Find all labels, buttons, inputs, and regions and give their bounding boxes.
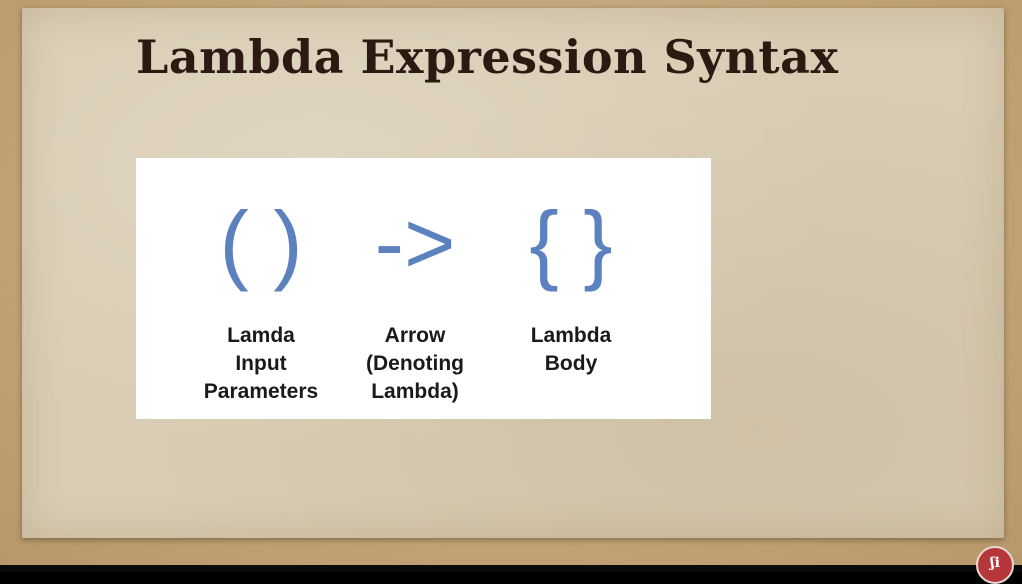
caption-line: Lamda — [227, 324, 295, 347]
parameters-column: ( ) Lamda Input Parameters — [186, 158, 336, 419]
caption-line: Lambda) — [371, 380, 459, 403]
arrow-caption: Arrow (Denoting Lambda) — [340, 322, 490, 406]
caption-line: Arrow — [384, 324, 446, 347]
channel-logo-icon: ʃi — [976, 546, 1014, 584]
parentheses-symbol: ( ) — [219, 193, 303, 292]
slide-background: Lambda Expression Syntax ( ) Lamda Input… — [0, 0, 1022, 565]
slide-title: Lambda Expression Syntax — [136, 30, 839, 84]
body-caption: Lambda Body — [496, 322, 646, 378]
caption-line: Input — [235, 352, 287, 375]
body-column: { } Lambda Body — [496, 158, 646, 419]
caption-line: Body — [544, 352, 598, 375]
parameters-caption: Lamda Input Parameters — [186, 322, 336, 406]
caption-line: (Denoting — [366, 352, 464, 375]
syntax-diagram: ( ) Lamda Input Parameters -> Arrow (Den… — [136, 158, 711, 419]
caption-line: Parameters — [203, 380, 319, 403]
arrow-symbol: -> — [374, 193, 456, 292]
braces-symbol: { } — [529, 193, 613, 292]
caption-line: Lambda — [530, 324, 612, 347]
video-letterbox-bar — [0, 565, 1022, 572]
arrow-column: -> Arrow (Denoting Lambda) — [340, 158, 490, 419]
